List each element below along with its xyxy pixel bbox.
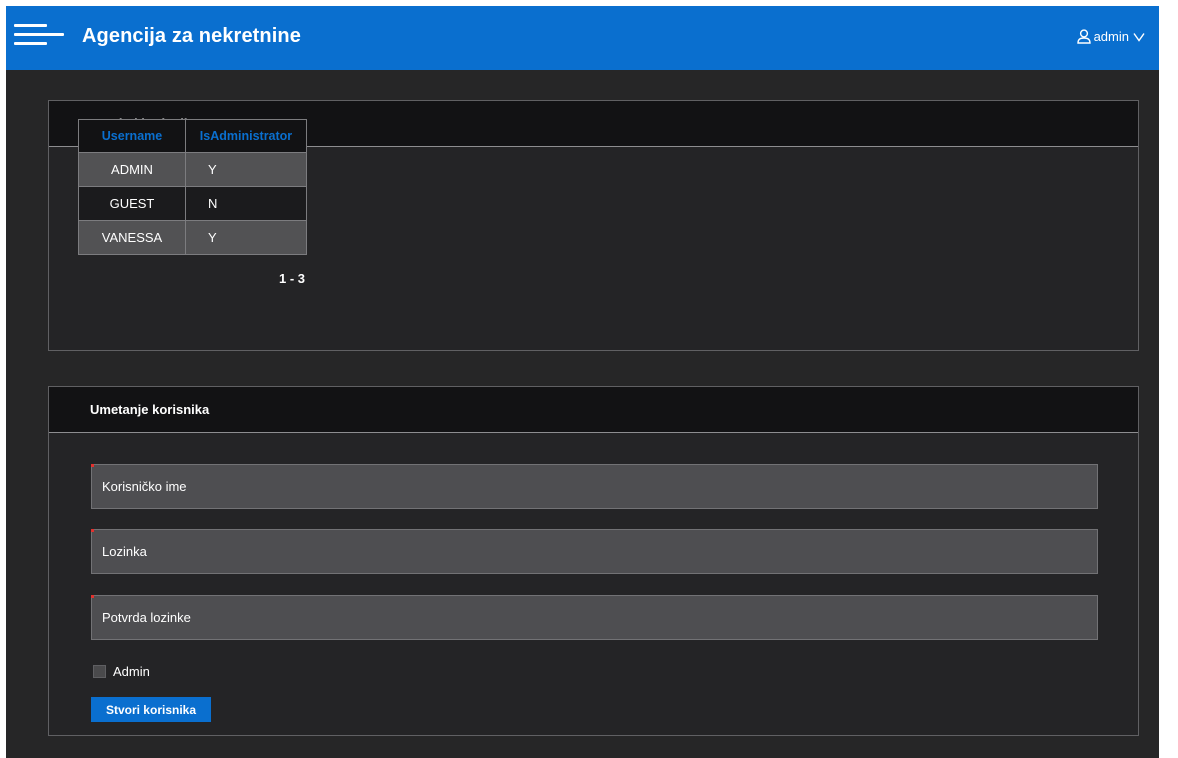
confirm-password-input[interactable]: Potvrda lozinke (91, 595, 1098, 640)
insert-user-title: Umetanje korisnika (49, 387, 1138, 433)
admin-checkbox-row: Admin (93, 664, 150, 679)
user-name: admin (1093, 29, 1129, 44)
table-row[interactable]: GUEST N (78, 186, 307, 221)
cell-username: ADMIN (78, 152, 186, 187)
admin-checkbox[interactable] (93, 665, 106, 678)
cell-username: VANESSA (78, 220, 186, 255)
cell-username: GUEST (78, 186, 186, 221)
admin-checkbox-label[interactable]: Admin (113, 664, 150, 679)
cell-isadministrator: Y (185, 220, 307, 255)
insert-user-panel: Umetanje korisnika Korisničko ime Lozink… (48, 386, 1139, 736)
top-navigation-bar: Agencija za nekretnine admin (6, 6, 1159, 70)
user-menu[interactable]: admin (1076, 29, 1145, 44)
user-icon (1076, 29, 1091, 44)
table-row[interactable]: VANESSA Y (78, 220, 307, 255)
password-placeholder: Lozinka (102, 544, 147, 559)
app-window: Agencija za nekretnine admin Pregled kor… (6, 6, 1159, 758)
users-overview-panel: Pregled korisnika Username IsAdministrat… (48, 100, 1139, 351)
column-header-isadministrator[interactable]: IsAdministrator (185, 119, 307, 153)
username-input[interactable]: Korisničko ime (91, 464, 1098, 509)
create-user-button[interactable]: Stvori korisnika (91, 697, 211, 722)
cell-isadministrator: Y (185, 152, 307, 187)
app-title: Agencija za nekretnine (82, 25, 301, 47)
users-table: Username IsAdministrator ADMIN Y GUEST N… (78, 119, 307, 255)
username-placeholder: Korisničko ime (102, 479, 187, 494)
chevron-down-icon (1133, 32, 1145, 42)
cell-isadministrator: N (185, 186, 307, 221)
table-row[interactable]: ADMIN Y (78, 152, 307, 187)
password-input[interactable]: Lozinka (91, 529, 1098, 574)
column-header-username[interactable]: Username (78, 119, 186, 153)
table-header-row: Username IsAdministrator (78, 119, 307, 153)
pagination-range: 1 - 3 (279, 271, 306, 286)
hamburger-menu-icon[interactable] (14, 24, 64, 50)
confirm-password-placeholder: Potvrda lozinke (102, 610, 191, 625)
